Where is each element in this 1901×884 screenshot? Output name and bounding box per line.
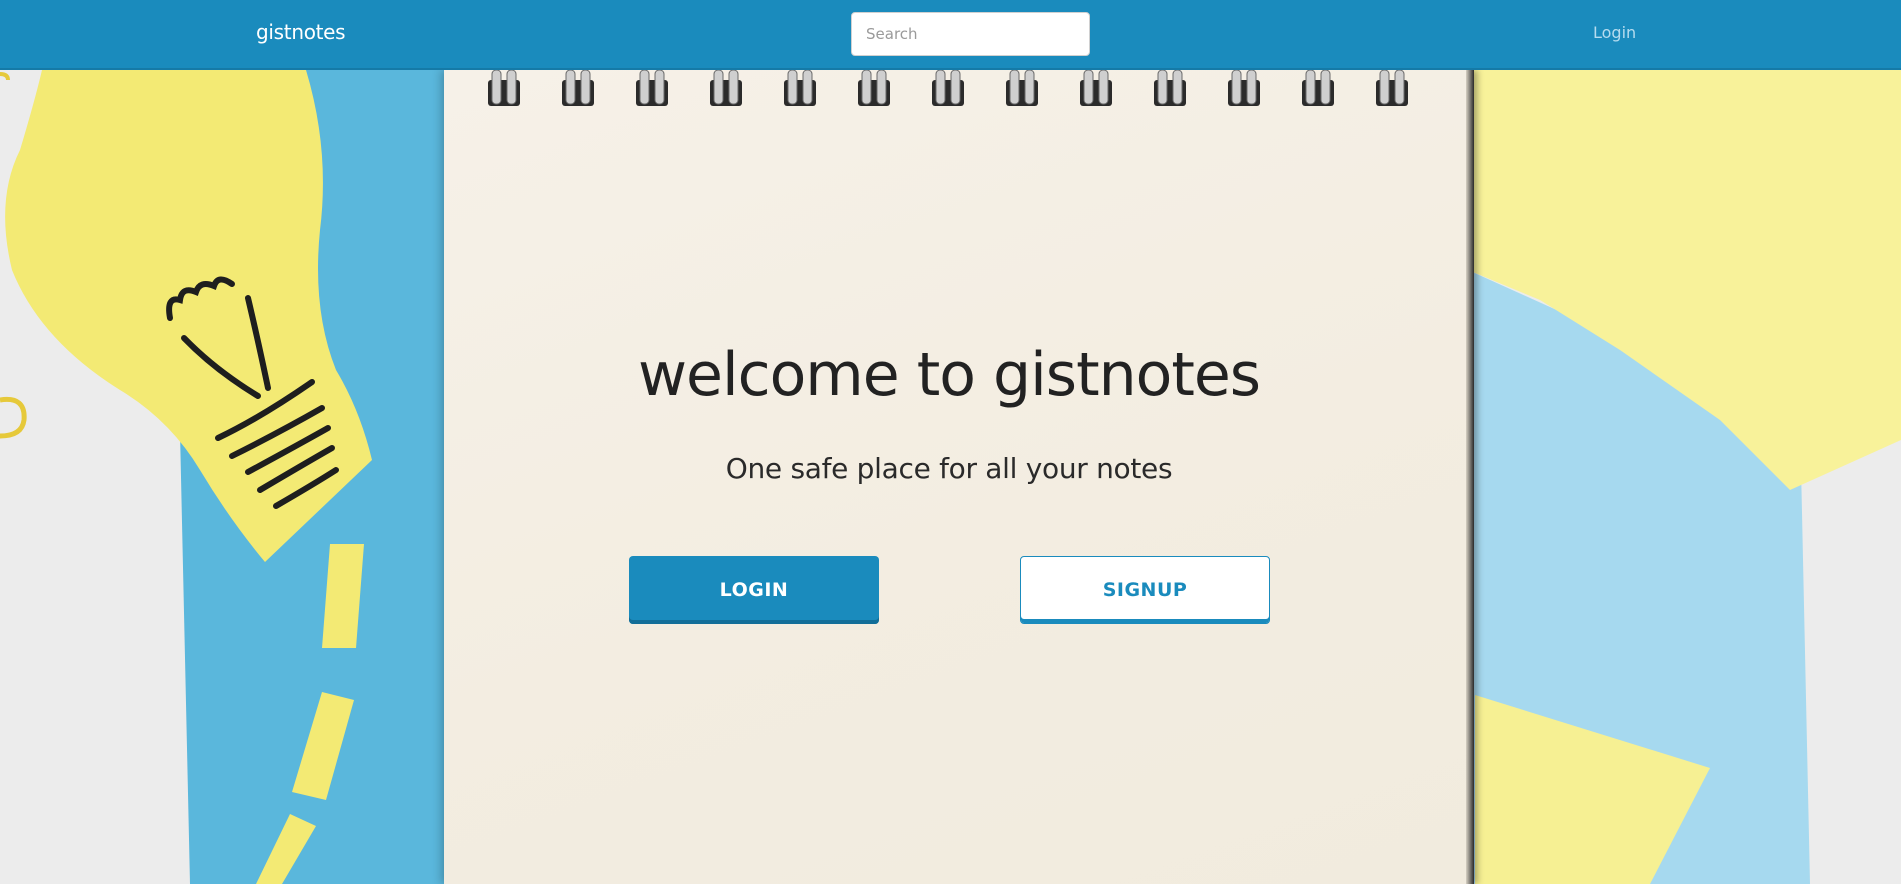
notebook-edge bbox=[1466, 70, 1474, 884]
search-input[interactable] bbox=[851, 12, 1090, 56]
login-button[interactable]: LOGIN bbox=[629, 556, 879, 624]
spiral-binding bbox=[488, 69, 1408, 106]
brand-logo[interactable]: gistnotes bbox=[256, 20, 346, 44]
signup-button[interactable]: SIGNUP bbox=[1020, 556, 1270, 624]
nav-login-link[interactable]: Login bbox=[1593, 23, 1636, 42]
spiral-rings bbox=[488, 69, 1408, 106]
hero-title: welcome to gistnotes bbox=[637, 340, 1261, 410]
top-navbar: gistnotes Login bbox=[0, 0, 1901, 70]
hero-subtitle: One safe place for all your notes bbox=[725, 452, 1173, 485]
